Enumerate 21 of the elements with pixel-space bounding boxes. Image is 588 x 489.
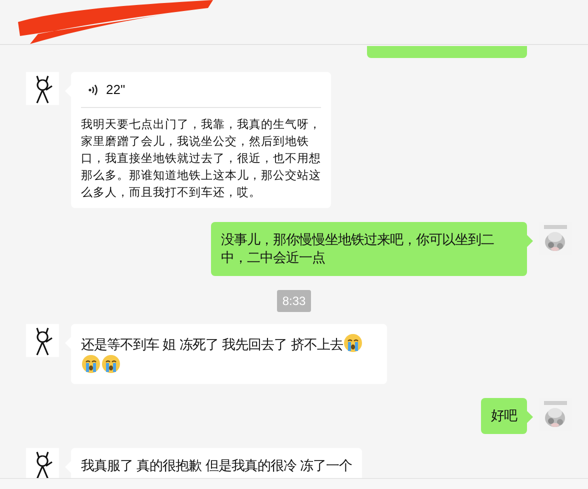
stick-figure-avatar[interactable] [26,72,59,105]
stick-figure-avatar[interactable] [26,448,59,478]
bubble-tail [527,235,533,247]
message-text: 我真服了 真的很抱歉 但是我真的很冷 冻了一个 [81,458,352,473]
message-text: 好吧 [491,408,517,423]
voice-icon [88,84,98,96]
crying-face-icon [101,354,121,374]
stick-figure-avatar[interactable] [26,324,59,357]
voice-duration: 22" [106,81,126,100]
bubble-tail [527,411,533,423]
crying-face-icon [342,333,363,353]
message-bubble[interactable]: 没事儿，那你慢慢坐地铁过来吧，你可以坐到二中，二中会近一点 [211,222,527,276]
message-text: 没事儿，那你慢慢坐地铁过来吧，你可以坐到二中，二中会近一点 [221,232,494,265]
message-bubble[interactable]: 我真服了 真的很抱歉 但是我真的很冷 冻了一个 [71,448,362,478]
message-text: 还是等不到车 姐 冻死了 我先回去了 挤不上去 [81,337,343,352]
message-bubble[interactable]: 好吧 [481,398,527,434]
timestamp: 8:33 [277,290,311,312]
voice-transcript: 我明天要七点出门了，我靠，我真的生气呀，家里磨蹭了会儿，我说坐公交，然后到地铁口，我直接坐地铁就过去了，很近，也不用想那么多。那谁知道地铁上这本儿，那公交站这么多人，而且我打不到车还，哎。 [81,117,321,201]
voice-message-bubble[interactable]: 22" 我明天要七点出门了，我靠，我真的生气呀，家里磨蹭了会儿，我说坐公交，然后到地铁口，我直接坐地铁就过去了，很近，也不用想那么多。那谁知道地铁上这本儿，那公交站这么多人，而且我打不到车还，哎。 [71,72,331,208]
crying-face-icon [81,354,101,374]
message-bubble[interactable]: 还是等不到车 姐 冻死了 我先回去了 挤不上去 [71,324,387,384]
